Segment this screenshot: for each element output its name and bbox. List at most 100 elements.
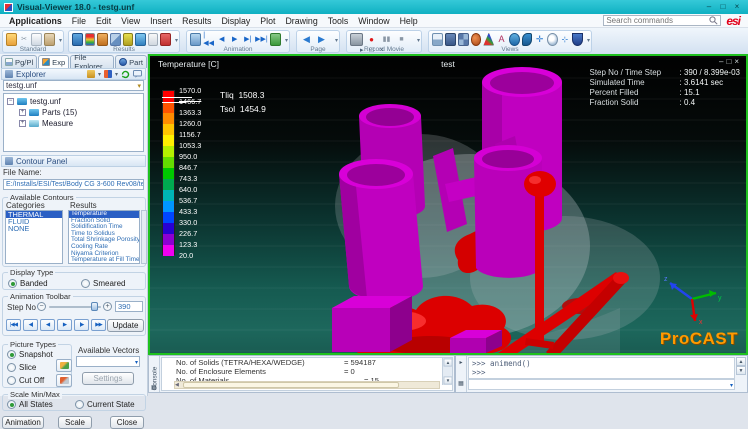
prev-frame-icon[interactable]: ◀ bbox=[216, 33, 227, 46]
quad-view-icon[interactable] bbox=[458, 33, 469, 46]
slice-settings-button[interactable] bbox=[56, 359, 72, 372]
scroll-up-icon[interactable]: ▲ bbox=[736, 357, 746, 366]
search-input[interactable] bbox=[606, 16, 709, 25]
python-command-input[interactable]: ▾ bbox=[468, 379, 735, 390]
close-button[interactable]: Close bbox=[110, 416, 144, 429]
axis-icon[interactable] bbox=[483, 33, 494, 46]
menu-applications[interactable]: Applications bbox=[4, 16, 67, 26]
console-vertical-scrollbar[interactable]: ▲ ▼ bbox=[442, 358, 452, 385]
viewport-window-controls[interactable]: –□× bbox=[719, 57, 742, 66]
menu-edit[interactable]: Edit bbox=[91, 16, 116, 26]
menu-insert[interactable]: Insert bbox=[145, 16, 177, 26]
refresh-icon[interactable] bbox=[121, 70, 130, 79]
console-messages[interactable]: No. of Solids (TETRA/HEXA/WEDGE)= 594187… bbox=[161, 357, 453, 391]
play-backward-button[interactable]: ◀ bbox=[40, 319, 55, 331]
python-console-output[interactable]: >>> animend() >>> bbox=[468, 357, 735, 379]
cutoff-radio[interactable] bbox=[7, 376, 16, 385]
scroll-up-icon[interactable]: ▲ bbox=[444, 358, 453, 366]
step-increment-icon[interactable]: + bbox=[103, 302, 112, 311]
search-box[interactable] bbox=[603, 15, 721, 26]
console-tab[interactable]: Console ▦ bbox=[149, 356, 160, 392]
chevron-down-icon[interactable]: ▾ bbox=[417, 37, 420, 44]
scroll-down-icon[interactable]: ▼ bbox=[736, 366, 746, 375]
close-icon[interactable]: × bbox=[730, 2, 744, 13]
tab-exp[interactable]: Exp bbox=[38, 55, 69, 68]
iso-surface-icon[interactable] bbox=[123, 33, 134, 46]
chevron-down-icon[interactable]: ▾ bbox=[587, 37, 590, 44]
categories-list[interactable]: THERMAL FLUID NONE bbox=[5, 210, 63, 264]
tree-node-measure[interactable]: + Measure bbox=[7, 118, 143, 129]
first-frame-icon[interactable]: |◀◀ bbox=[203, 33, 214, 46]
all-states-radio[interactable] bbox=[7, 400, 16, 409]
animation-button[interactable]: Animation bbox=[2, 416, 44, 429]
last-frame-icon[interactable]: ▶▶| bbox=[255, 33, 268, 46]
zoom-icon[interactable] bbox=[547, 33, 558, 46]
menu-file[interactable]: File bbox=[67, 16, 91, 26]
menu-window[interactable]: Window bbox=[353, 16, 394, 26]
tab-part[interactable]: Part bbox=[115, 55, 147, 68]
scroll-left-icon[interactable]: ◀ bbox=[175, 382, 179, 389]
minimize-icon[interactable]: – bbox=[702, 2, 716, 13]
sphere-view-icon[interactable] bbox=[471, 33, 482, 46]
history-grid-icon[interactable]: ▦ bbox=[456, 380, 466, 387]
open-file-icon[interactable] bbox=[6, 33, 17, 46]
slice-radio[interactable] bbox=[7, 363, 16, 372]
step-value-field[interactable] bbox=[115, 301, 143, 312]
fast-forward-button[interactable]: ▶▶ bbox=[91, 319, 106, 331]
scrollbar-thumb[interactable] bbox=[183, 382, 399, 388]
menu-drawing[interactable]: Drawing bbox=[280, 16, 322, 26]
sort-icon[interactable] bbox=[104, 70, 112, 78]
zoom-fit-icon[interactable]: ⊹ bbox=[560, 33, 570, 46]
step-slider[interactable] bbox=[49, 302, 101, 311]
pause-icon[interactable]: ▮▮ bbox=[380, 33, 393, 46]
probe-icon[interactable] bbox=[135, 33, 146, 46]
menu-display[interactable]: Display bbox=[216, 16, 255, 26]
tab-file-explorer[interactable]: File Explorer bbox=[70, 55, 114, 68]
tools-x-icon[interactable] bbox=[160, 33, 171, 46]
menu-help[interactable]: Help bbox=[395, 16, 423, 26]
annotation-icon[interactable]: A bbox=[496, 33, 506, 46]
copy-icon[interactable] bbox=[31, 33, 42, 46]
stop-icon[interactable]: ■ bbox=[395, 33, 408, 46]
next-frame-icon[interactable]: ▶| bbox=[242, 33, 253, 46]
smeared-radio[interactable] bbox=[81, 279, 90, 288]
menu-tools[interactable]: Tools bbox=[323, 16, 354, 26]
chevron-down-icon[interactable]: ▾ bbox=[285, 37, 288, 44]
menu-results[interactable]: Results bbox=[177, 16, 216, 26]
run-command-icon[interactable]: ▸ bbox=[456, 359, 466, 366]
console-toggle-icon[interactable]: ▦ bbox=[151, 384, 157, 391]
animation-setup-icon[interactable] bbox=[190, 33, 201, 46]
list-item[interactable]: NONE bbox=[6, 225, 62, 232]
contour-icon[interactable] bbox=[72, 33, 83, 46]
results-list[interactable]: Temperature Fraction Solid Solidificatio… bbox=[68, 210, 140, 264]
close-icon[interactable]: × bbox=[734, 57, 742, 66]
tree-node-root[interactable]: − testg.unf bbox=[7, 96, 143, 107]
camera-icon[interactable] bbox=[350, 33, 363, 46]
vector-plot-icon[interactable] bbox=[97, 33, 108, 46]
step-forward-button[interactable]: |▶ bbox=[74, 319, 89, 331]
chevron-down-icon[interactable]: ▾ bbox=[175, 37, 178, 44]
explorer-file-combo[interactable]: testg.unf ▾ bbox=[3, 80, 144, 91]
cut-icon[interactable]: ✂ bbox=[19, 33, 29, 46]
tree-node-parts[interactable]: + Parts (15) bbox=[7, 107, 143, 118]
settings-button[interactable]: Settings bbox=[82, 372, 134, 385]
next-page-icon[interactable]: ▶ bbox=[315, 33, 328, 46]
fringe-plot-icon[interactable] bbox=[85, 33, 96, 46]
list-item[interactable]: Temperature at Fill Time bbox=[69, 257, 139, 264]
section-cut-icon[interactable] bbox=[110, 33, 121, 46]
pan-icon[interactable]: ✛ bbox=[534, 33, 544, 46]
dock-controls[interactable]: ▸ □ × bbox=[360, 46, 386, 54]
chevron-down-icon[interactable]: ▾ bbox=[98, 71, 101, 78]
vectors-combo[interactable]: ▾ bbox=[76, 356, 140, 367]
record-icon[interactable]: ● bbox=[365, 33, 378, 46]
console-horizontal-scrollbar[interactable]: ◀ bbox=[174, 381, 440, 389]
collapse-icon[interactable]: − bbox=[7, 98, 14, 105]
slider-handle[interactable] bbox=[91, 302, 98, 311]
split-view-icon[interactable] bbox=[432, 33, 443, 46]
prev-page-icon[interactable]: ◀ bbox=[300, 33, 313, 46]
scale-button[interactable]: Scale bbox=[58, 416, 92, 429]
scroll-down-icon[interactable]: ▼ bbox=[444, 376, 453, 384]
play-icon[interactable]: ▶ bbox=[229, 33, 240, 46]
menu-plot[interactable]: Plot bbox=[255, 16, 280, 26]
chart-icon[interactable] bbox=[148, 33, 159, 46]
